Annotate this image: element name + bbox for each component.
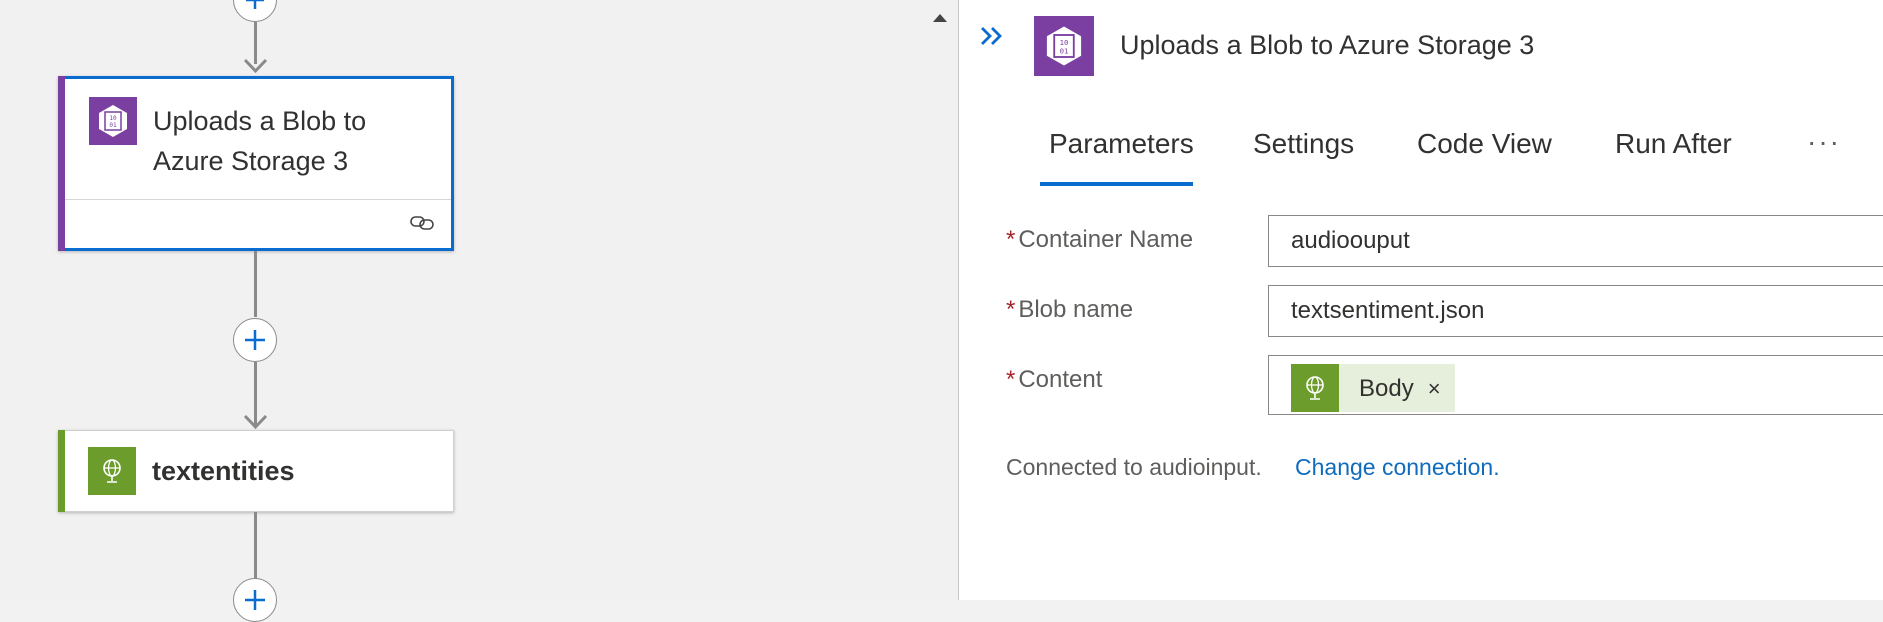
container-name-label: * Container Name	[1006, 226, 1194, 253]
add-step-button[interactable]	[233, 578, 277, 622]
required-marker: *	[1006, 296, 1016, 323]
required-marker: *	[1006, 366, 1016, 393]
plus-icon	[246, 0, 264, 9]
svg-text:01: 01	[109, 122, 117, 129]
card-title: textentities	[152, 456, 295, 486]
action-card-textentities[interactable]: textentities	[58, 430, 454, 512]
container-name-field[interactable]: audioouput	[1268, 215, 1883, 267]
connector-line	[254, 251, 257, 317]
tab-run-after[interactable]: Run After	[1615, 128, 1732, 160]
token-label: Body	[1359, 374, 1414, 402]
active-tab-indicator	[1040, 182, 1193, 186]
arrow-down-icon	[243, 414, 268, 430]
card-accent	[58, 430, 65, 512]
dynamic-content-token[interactable]: Body ×	[1291, 364, 1455, 412]
plus-icon	[245, 590, 265, 610]
action-details-panel: 10 01 Uploads a Blob to Azure Storage 3 …	[958, 0, 1883, 600]
add-step-button[interactable]	[233, 318, 277, 362]
tab-code-view[interactable]: Code View	[1417, 128, 1552, 160]
card-accent	[58, 76, 65, 251]
arrow-down-icon	[243, 58, 268, 74]
panel-title: Uploads a Blob to Azure Storage 3	[1120, 30, 1535, 60]
tab-settings[interactable]: Settings	[1253, 128, 1354, 160]
scroll-up-icon[interactable]	[931, 12, 949, 24]
card-title: Uploads a Blob to Azure Storage 3	[153, 106, 367, 176]
change-connection-link[interactable]: Change connection.	[1295, 454, 1500, 481]
required-marker: *	[1006, 226, 1016, 253]
action-card-upload-blob[interactable]: 10 01 Uploads a Blob to Azure Storage 3	[58, 76, 454, 251]
content-label: * Content	[1006, 366, 1103, 393]
card-footer	[65, 199, 451, 248]
tab-parameters[interactable]: Parameters	[1049, 128, 1194, 160]
plus-icon	[245, 330, 265, 350]
svg-text:10: 10	[109, 115, 117, 122]
link-icon[interactable]	[409, 214, 435, 232]
double-chevron-right-icon[interactable]	[979, 24, 1005, 48]
connection-status-text: Connected to audioinput.	[1006, 454, 1262, 480]
designer-canvas: 10 01 Uploads a Blob to Azure Storage 3	[0, 0, 958, 622]
content-field[interactable]: Body ×	[1268, 355, 1883, 415]
tabs-more-button[interactable]: ···	[1807, 126, 1841, 158]
globe-icon	[88, 447, 136, 495]
remove-token-button[interactable]: ×	[1428, 364, 1441, 413]
blob-storage-icon: 10 01	[1034, 16, 1094, 76]
blob-storage-icon: 10 01	[89, 97, 137, 145]
connector-line	[254, 512, 257, 582]
blob-name-label: * Blob name	[1006, 296, 1134, 323]
blob-name-field[interactable]: textsentiment.json	[1268, 285, 1883, 337]
svg-text:01: 01	[1060, 46, 1069, 55]
add-step-button[interactable]	[233, 0, 277, 22]
globe-icon	[1291, 364, 1339, 412]
